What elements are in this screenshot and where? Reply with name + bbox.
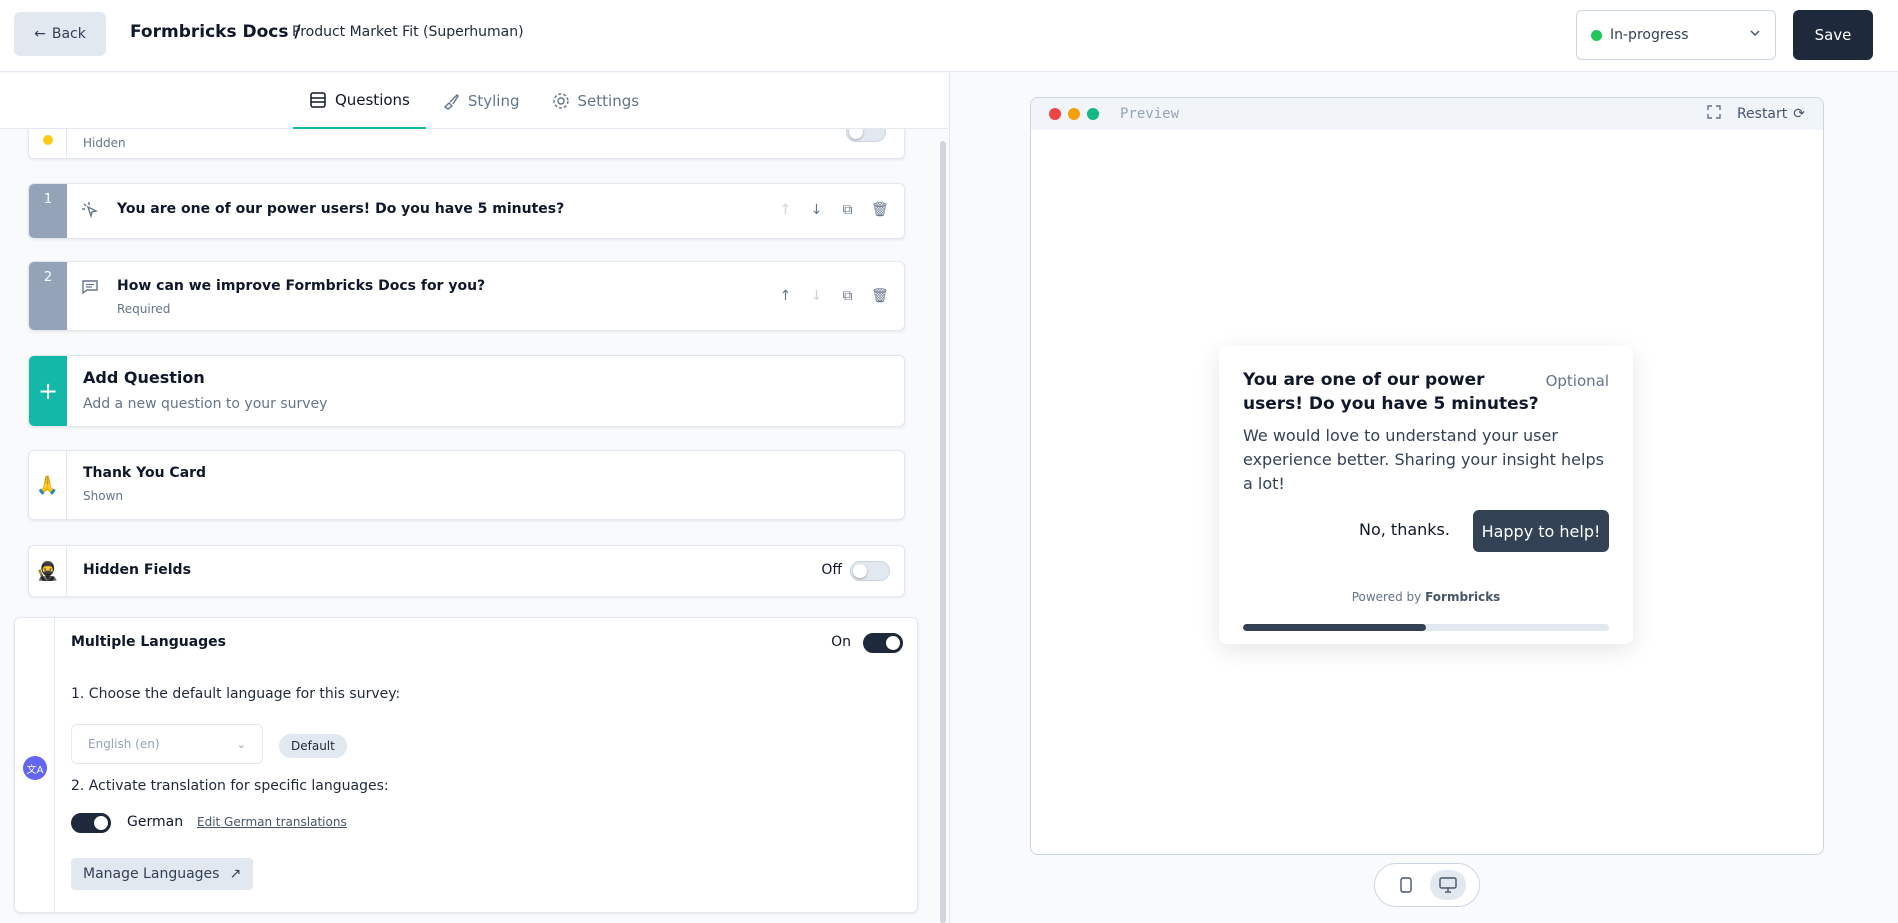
add-question-subtitle: Add a new question to your survey [83,396,328,412]
progress-fill [1243,624,1426,631]
languages-title: Multiple Languages [71,634,226,650]
german-label: German [127,814,184,830]
device-toggle [1374,863,1480,907]
top-bar: ← Back Formbricks Docs / Product Market … [0,0,1898,72]
survey-question-body: We would love to understand your user ex… [1243,426,1604,493]
plus-icon: + [29,356,67,426]
survey-question-title: You are one of our power users! Do you h… [1243,370,1539,414]
default-language-select[interactable]: English (en) ⌄ [71,724,263,764]
question-title: You are one of our power users! Do you h… [117,201,565,217]
question-required: Required [117,302,171,316]
move-down-icon[interactable]: ↓ [809,202,824,218]
editor-panel: Hidden Questions Styling Settings 1 You … [0,73,948,923]
trash-icon[interactable]: 🗑 [871,202,889,218]
preview-bar: Preview Restart ⟳ [1031,98,1823,130]
question-actions: ↑ ↓ ⧉ 🗑 [778,288,889,304]
languages-toggle[interactable] [863,633,903,653]
question-title: How can we improve Formbricks Docs for y… [117,278,486,294]
default-language-label: 1. Choose the default language for this … [71,686,401,702]
window-dot-green [1087,108,1099,120]
chevron-down-icon [1749,27,1761,43]
mobile-icon[interactable] [1388,870,1424,900]
german-toggle[interactable] [71,813,111,833]
window-dot-yellow [1068,108,1080,120]
arrow-left-icon: ← [34,26,46,42]
workspace-name: Formbricks Docs / [130,22,301,42]
question-card[interactable]: 2 How can we improve Formbricks Docs for… [28,261,905,331]
translate-icon: 文A [23,756,47,780]
window-dot-red [1049,108,1061,120]
tab-settings[interactable]: Settings [536,73,656,129]
preview-window: Preview Restart ⟳ You are one of our pow… [1030,97,1824,855]
manage-languages-button[interactable]: Manage Languages ↗ [71,858,254,890]
edit-translations-link[interactable]: Edit German translations [197,815,347,829]
survey-name-input[interactable]: Product Market Fit (Superhuman) [292,24,524,40]
status-dot [1591,29,1602,41]
powered-by: Powered by Formbricks [1351,590,1501,604]
welcome-icon [42,135,53,145]
arrow-up-right-icon: ↗ [229,866,242,882]
thank-you-card[interactable]: 🙏 Thank You Card Shown [28,450,905,520]
move-up-icon[interactable]: ↑ [778,288,793,304]
progress-bar [1243,624,1609,631]
save-button[interactable]: Save [1793,10,1873,60]
hidden-fields-title: Hidden Fields [83,562,191,578]
move-down-icon[interactable]: ↓ [809,288,824,304]
hidden-fields-state: Off [821,562,842,578]
trash-icon[interactable]: 🗑 [871,288,889,304]
status-select[interactable]: In-progress [1576,10,1776,60]
editor-scrollbar[interactable] [940,141,946,923]
hidden-fields-card[interactable]: 🥷 Hidden Fields Off [28,545,905,597]
refresh-icon: ⟳ [1793,106,1805,122]
welcome-status: Hidden [83,136,126,150]
preview-label: Preview [1120,106,1180,122]
message-icon [81,278,99,300]
tab-styling[interactable]: Styling [426,73,536,129]
decline-button[interactable]: No, thanks. [1359,520,1450,539]
default-badge: Default [279,734,347,758]
add-question-title: Add Question [83,368,205,387]
status-label: In-progress [1610,27,1689,43]
translation-label: 2. Activate translation for specific lan… [71,778,389,794]
multiple-languages-card: 文A Multiple Languages On 1. Choose the d… [14,617,918,913]
gear-icon [552,92,570,110]
move-up-icon[interactable]: ↑ [778,202,793,218]
duplicate-icon[interactable]: ⧉ [840,202,855,218]
survey-preview-card: You are one of our power users! Do you h… [1219,346,1633,644]
hidden-fields-icon: 🥷 [29,546,67,596]
question-number: 1 [29,184,67,238]
thank-you-status: Shown [83,489,123,503]
question-number: 2 [29,262,67,330]
list-icon [309,91,327,109]
desktop-icon[interactable] [1430,870,1466,900]
paintbrush-icon [442,92,460,110]
accept-button[interactable]: Happy to help! [1473,510,1609,552]
languages-state: On [831,634,851,650]
preview-panel: Preview Restart ⟳ You are one of our pow… [949,73,1898,923]
hidden-fields-toggle[interactable] [850,561,890,581]
cursor-click-icon [81,201,99,223]
back-button[interactable]: ← Back [14,12,106,56]
question-actions: ↑ ↓ ⧉ 🗑 [778,202,889,218]
question-card[interactable]: 1 You are one of our power users! Do you… [28,183,905,239]
preview-controls: Restart ⟳ [1707,105,1805,123]
expand-icon[interactable] [1707,105,1721,123]
thank-you-icon: 🙏 [29,451,67,519]
duplicate-icon[interactable]: ⧉ [840,288,855,304]
tab-questions[interactable]: Questions [292,73,426,129]
add-question-card[interactable]: + Add Question Add a new question to you… [28,355,905,427]
restart-button[interactable]: Restart ⟳ [1737,106,1805,122]
editor-tabs: Questions Styling Settings [0,73,948,129]
optional-label: Optional [1545,372,1609,390]
chevron-down-icon: ⌄ [236,737,246,751]
thank-you-title: Thank You Card [83,465,207,481]
